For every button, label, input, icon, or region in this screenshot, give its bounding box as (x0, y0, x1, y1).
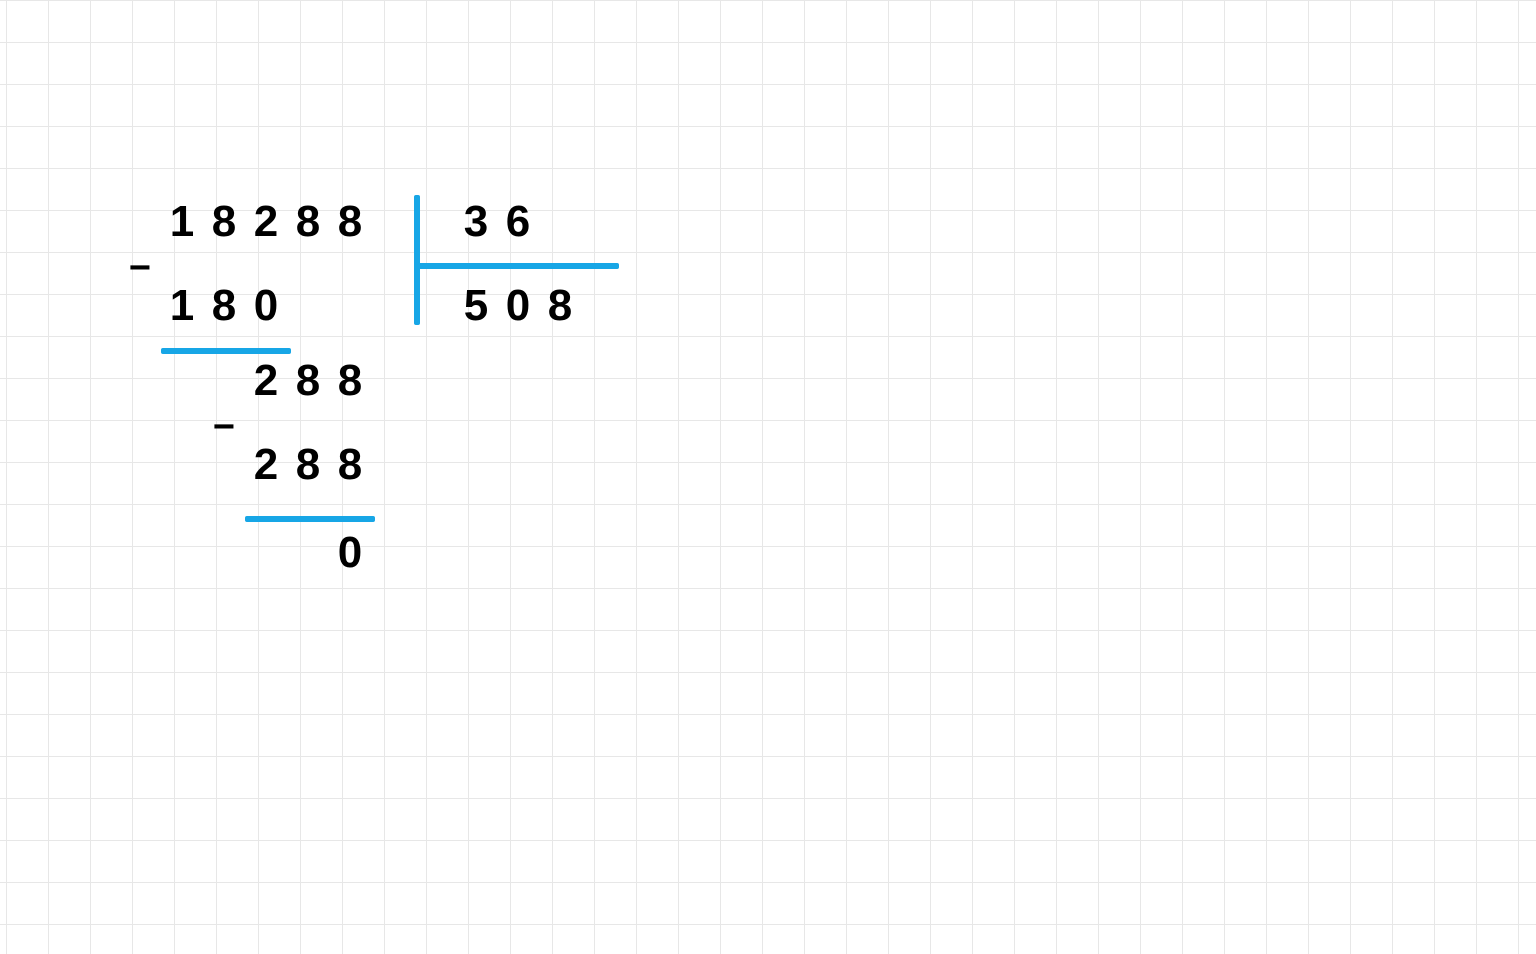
subtrahend1-digit-2: 8 (203, 285, 245, 327)
carry-digit-1: 2 (245, 360, 287, 402)
dividend-digit-1: 1 (161, 201, 203, 243)
subtrahend1-digit-3: 0 (245, 285, 287, 327)
quotient-digit-2: 0 (497, 285, 539, 327)
divisor-vertical-line (414, 195, 420, 325)
second-subtraction-line (245, 516, 375, 522)
grid-background (0, 0, 1536, 954)
dividend-digit-5: 8 (329, 201, 371, 243)
quotient-digit-1: 5 (455, 285, 497, 327)
minus-sign-1: − (119, 247, 161, 289)
subtrahend1-digit-1: 1 (161, 285, 203, 327)
divisor-digit-2: 6 (497, 201, 539, 243)
dividend-digit-4: 8 (287, 201, 329, 243)
carry-digit-2: 8 (287, 360, 329, 402)
minus-sign-2: − (203, 406, 245, 448)
quotient-digit-3: 8 (539, 285, 581, 327)
divisor-digit-1: 3 (455, 201, 497, 243)
divisor-horizontal-line (417, 263, 619, 269)
carry-digit-3: 8 (329, 360, 371, 402)
subtrahend2-digit-2: 8 (287, 444, 329, 486)
subtrahend2-digit-3: 8 (329, 444, 371, 486)
subtrahend2-digit-1: 2 (245, 444, 287, 486)
dividend-digit-2: 8 (203, 201, 245, 243)
first-subtraction-line (161, 348, 291, 354)
remainder-digit: 0 (329, 532, 371, 574)
dividend-digit-3: 2 (245, 201, 287, 243)
